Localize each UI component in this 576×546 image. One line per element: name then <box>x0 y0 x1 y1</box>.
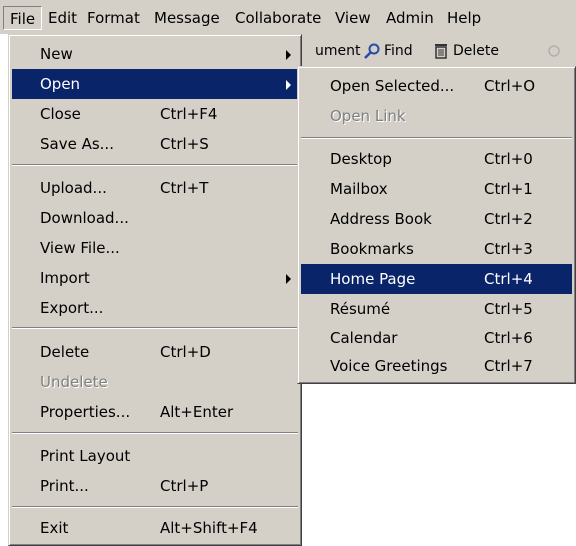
open-menu-item-address-book[interactable]: Address Book Ctrl+2 <box>301 204 572 234</box>
open-menu-item-open-link: Open Link <box>330 107 406 125</box>
menu-separator <box>12 327 298 329</box>
menubar-collaborate[interactable]: Collaborate <box>229 6 327 30</box>
open-menu-item-bookmarks[interactable]: Bookmarks Ctrl+3 <box>301 234 572 264</box>
find-icon <box>364 43 380 59</box>
submenu-arrow-icon <box>286 274 291 284</box>
menubar-view[interactable]: View <box>329 6 377 30</box>
open-menu-item-home-page[interactable]: Home Page Ctrl+4 <box>301 264 572 294</box>
file-menu-item-print[interactable]: Print... Ctrl+P <box>12 471 298 501</box>
menubar-file[interactable]: File <box>3 6 43 30</box>
file-menu-item-download[interactable]: Download... <box>12 203 298 233</box>
file-menu-item-export[interactable]: Export... <box>12 293 298 323</box>
menubar-message[interactable]: Message <box>148 6 226 30</box>
menubar-format[interactable]: Format <box>81 6 146 30</box>
menubar-admin[interactable]: Admin <box>380 6 440 30</box>
menu-separator <box>301 137 572 139</box>
file-menu-item-undelete: Undelete <box>40 373 108 391</box>
menubar-help[interactable]: Help <box>441 6 487 30</box>
menu-separator <box>12 506 298 508</box>
file-menu-item-delete[interactable]: Delete Ctrl+D <box>12 337 298 367</box>
toolbar: ument Find Delete <box>300 34 576 70</box>
menubar-edit[interactable]: Edit <box>42 6 83 30</box>
partial-icon <box>548 45 560 57</box>
submenu-arrow-icon <box>286 50 291 60</box>
file-menu-item-open[interactable]: Open <box>12 69 298 99</box>
open-menu-item-voice-greetings[interactable]: Voice Greetings Ctrl+7 <box>301 351 572 381</box>
file-menu-item-print-layout[interactable]: Print Layout <box>12 441 298 471</box>
file-menu: New Open Close Ctrl+F4 Save As... Ctrl+S… <box>8 34 302 546</box>
open-menu-item-resume[interactable]: Résumé Ctrl+5 <box>301 294 572 324</box>
open-menu-item-desktop[interactable]: Desktop Ctrl+0 <box>301 144 572 174</box>
file-menu-item-save-as[interactable]: Save As... Ctrl+S <box>12 129 298 159</box>
toolbar-partial-button[interactable]: ument <box>315 43 361 59</box>
delete-icon <box>435 44 447 59</box>
file-menu-item-properties[interactable]: Properties... Alt+Enter <box>12 397 298 427</box>
file-menu-item-import[interactable]: Import <box>12 263 298 293</box>
file-menu-item-exit[interactable]: Exit Alt+Shift+F4 <box>12 513 298 543</box>
menubar: File Edit Format Message Collaborate Vie… <box>0 0 576 34</box>
file-menu-item-view-file[interactable]: View File... <box>12 233 298 263</box>
menu-separator <box>12 432 298 434</box>
open-menu-item-mailbox[interactable]: Mailbox Ctrl+1 <box>301 174 572 204</box>
menu-separator <box>12 164 298 166</box>
file-menu-item-upload[interactable]: Upload... Ctrl+T <box>12 173 298 203</box>
submenu-arrow-icon <box>286 80 291 90</box>
open-menu-item-calendar[interactable]: Calendar Ctrl+6 <box>301 323 572 353</box>
open-menu-item-open-selected[interactable]: Open Selected... Ctrl+O <box>301 71 572 101</box>
toolbar-find-button[interactable]: Find <box>363 43 413 59</box>
file-menu-item-new[interactable]: New <box>12 39 298 69</box>
open-submenu: Open Selected... Ctrl+O Open Link Deskto… <box>297 66 576 384</box>
toolbar-delete-button[interactable]: Delete <box>432 43 499 59</box>
toolbar-partial-icon[interactable] <box>545 43 566 59</box>
file-menu-item-close[interactable]: Close Ctrl+F4 <box>12 99 298 129</box>
